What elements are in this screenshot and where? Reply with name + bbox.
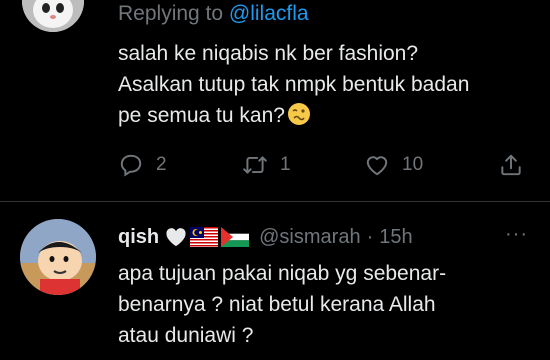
tweet-text: apa tujuan pakai niqab yg sebenar- benar… — [118, 258, 538, 351]
separator-dot: · — [366, 225, 374, 248]
tweet-text: salah ke niqabis nk ber fashion? Asalkan… — [118, 38, 538, 131]
like-count: 10 — [402, 154, 424, 175]
tweet-text-line: benarnya ? niat betul kerana Allah — [118, 293, 436, 316]
palestine-flag — [221, 227, 250, 247]
like-icon — [366, 156, 388, 176]
tweet-text-line: salah ke niqabis nk ber fashion? — [118, 42, 419, 65]
reply-handle-link[interactable]: @lilacfla — [229, 2, 309, 25]
woozy-face-emoji — [287, 103, 310, 125]
replying-to-label: Replying to — [118, 2, 229, 25]
retweet-button[interactable]: 1 — [242, 148, 291, 182]
reply-icon — [120, 154, 142, 177]
tweet-text-line: apa tujuan pakai niqab yg sebenar- — [118, 262, 447, 285]
heart-emoji — [166, 228, 186, 247]
tweet-text-line: pe semua tu kan? — [118, 100, 538, 131]
tweet-parent[interactable]: Replying to @lilacfla salah ke niqabis n… — [0, 0, 550, 202]
timestamp[interactable]: 15h — [379, 226, 412, 249]
like-button[interactable]: 10 — [364, 148, 423, 182]
share-button[interactable] — [498, 148, 524, 182]
retweet-icon — [243, 156, 267, 174]
display-name[interactable]: qish — [118, 226, 159, 249]
reply-count: 2 — [156, 154, 167, 175]
replying-to-line: Replying to @lilacfla — [118, 2, 309, 26]
tweet-text-fragment: pe semua tu kan? — [118, 104, 285, 127]
tweet-text-line: atau duniawi ? — [118, 324, 254, 347]
tweet-text-line: Asalkan tutup tak nmpk bentuk badan — [118, 73, 470, 96]
retweet-count: 1 — [280, 154, 291, 175]
malaysia-flag — [190, 227, 219, 247]
share-icon — [501, 154, 521, 176]
tweet-header: qish @sismarah · 15h — [118, 223, 413, 251]
name-badges — [165, 227, 250, 247]
reply-button[interactable]: 2 — [118, 148, 167, 182]
avatar-lilacfla-reply-author[interactable] — [22, 0, 84, 32]
tweet-actions: 2 1 10 — [118, 148, 528, 182]
more-icon[interactable]: ··· — [505, 223, 528, 246]
user-handle[interactable]: @sismarah — [259, 226, 360, 249]
avatar-sismarah[interactable] — [20, 219, 96, 295]
tweet-reply[interactable]: qish @sismarah · 15h ··· apa tujuan paka… — [0, 203, 550, 360]
